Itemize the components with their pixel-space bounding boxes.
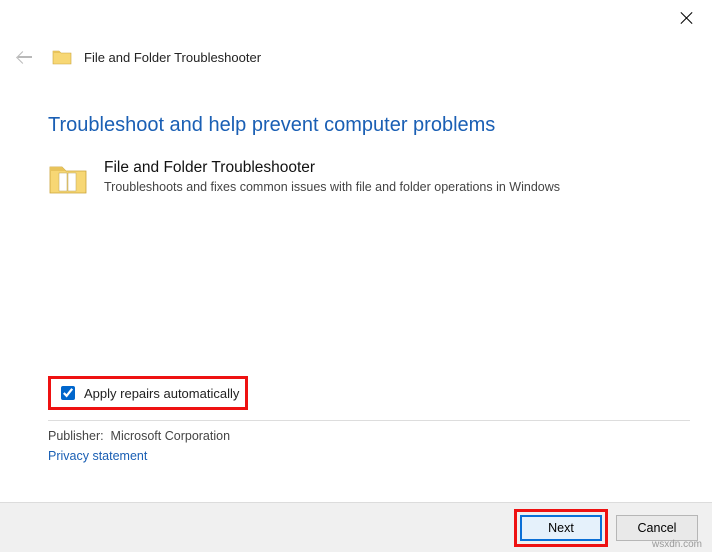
publisher-row: Publisher: Microsoft Corporation xyxy=(48,429,690,443)
troubleshooter-item: File and Folder Troubleshooter Troublesh… xyxy=(48,159,664,197)
troubleshooter-title: File and Folder Troubleshooter xyxy=(104,159,560,177)
publisher-label: Publisher: xyxy=(48,429,104,443)
content-area: Troubleshoot and help prevent computer p… xyxy=(0,114,712,197)
apply-repairs-highlight: Apply repairs automatically xyxy=(48,376,248,410)
cancel-button[interactable]: Cancel xyxy=(616,515,698,541)
privacy-statement-link[interactable]: Privacy statement xyxy=(48,449,147,463)
footer-bar: Next Cancel xyxy=(0,502,712,552)
titlebar-region xyxy=(0,0,712,40)
watermark-text: wsxdn.com xyxy=(652,539,702,550)
folder-icon xyxy=(52,48,72,66)
main-heading: Troubleshoot and help prevent computer p… xyxy=(48,114,664,137)
divider-line xyxy=(48,420,690,421)
apply-repairs-label[interactable]: Apply repairs automatically xyxy=(84,386,239,401)
header-bar: File and Folder Troubleshooter xyxy=(0,40,712,80)
back-arrow-icon[interactable] xyxy=(16,48,34,66)
troubleshooter-description: Troubleshoots and fixes common issues wi… xyxy=(104,180,560,194)
close-icon[interactable] xyxy=(678,10,696,28)
window-title: File and Folder Troubleshooter xyxy=(84,50,261,65)
next-button-highlight: Next xyxy=(514,509,608,547)
publisher-value: Microsoft Corporation xyxy=(111,429,231,443)
apply-repairs-checkbox[interactable] xyxy=(61,386,75,400)
lower-options: Apply repairs automatically Publisher: M… xyxy=(48,376,690,463)
folder-large-icon xyxy=(48,161,88,197)
next-button[interactable]: Next xyxy=(520,515,602,541)
